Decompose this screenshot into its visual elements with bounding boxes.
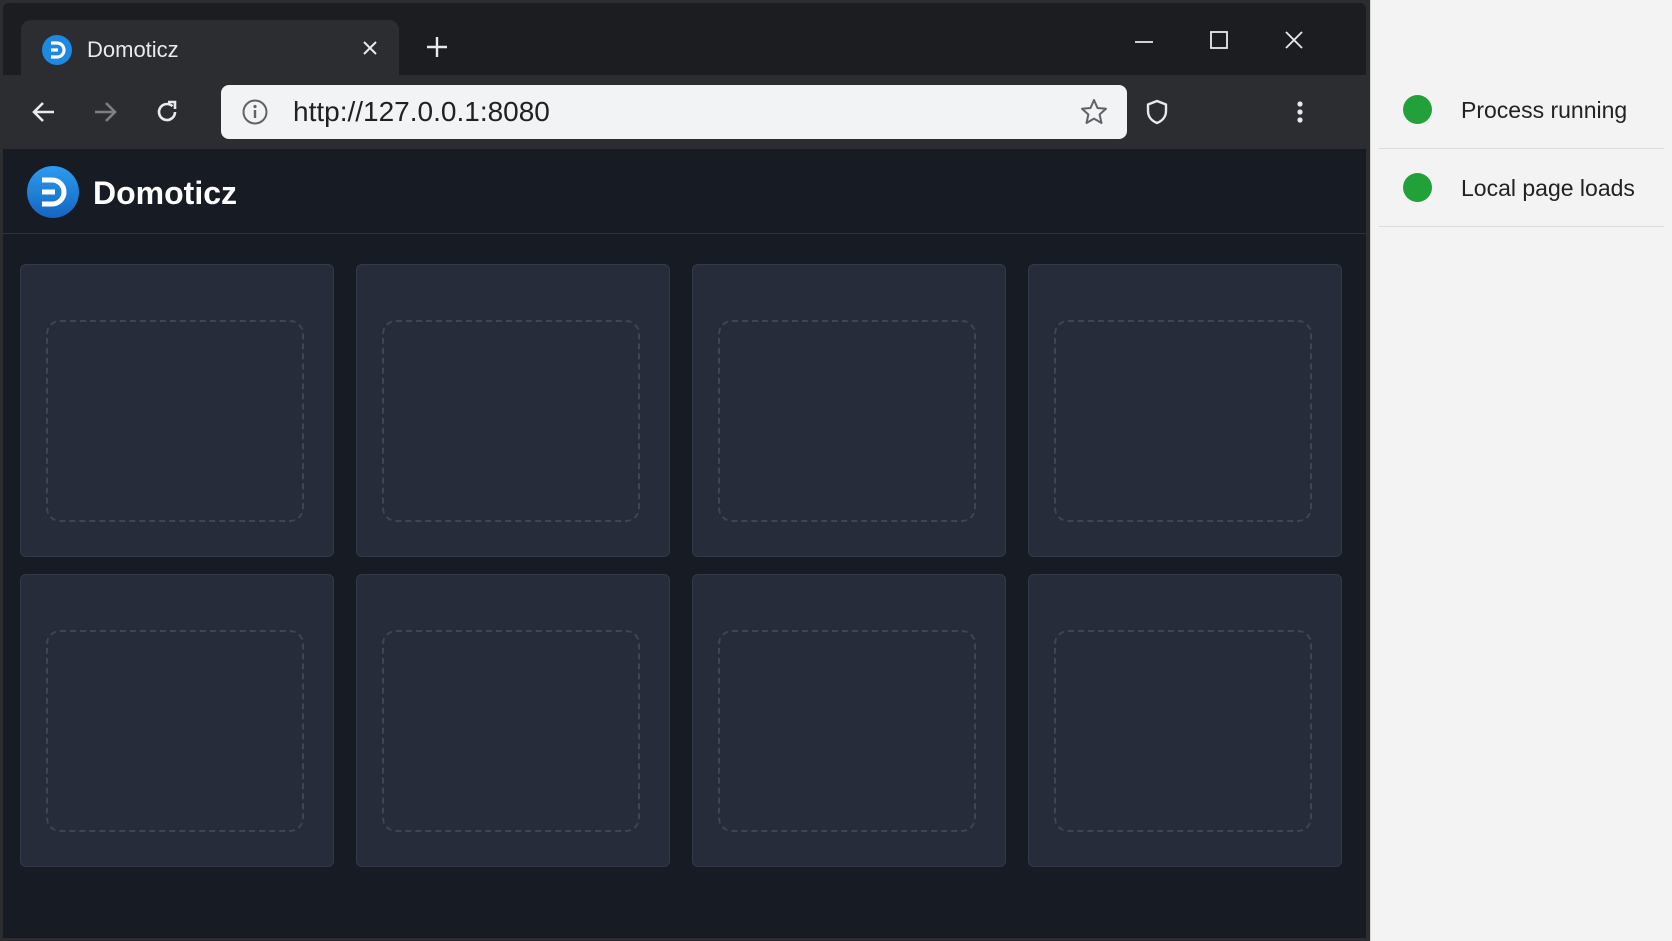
device-card[interactable] bbox=[692, 264, 1006, 557]
browser-window: Domoticz http://127.0.0.1:8080 Domoticz bbox=[3, 3, 1366, 938]
back-arrow-icon[interactable] bbox=[25, 93, 63, 131]
status-dot-icon bbox=[1403, 173, 1432, 202]
device-card[interactable] bbox=[20, 264, 334, 557]
card-placeholder bbox=[1054, 320, 1312, 522]
status-item-page-load: Local page loads bbox=[1379, 150, 1664, 227]
page-content: Domoticz bbox=[3, 149, 1366, 938]
site-info-icon[interactable] bbox=[241, 98, 269, 126]
address-bar[interactable] bbox=[221, 85, 1127, 139]
device-card[interactable] bbox=[1028, 264, 1342, 557]
device-card[interactable] bbox=[1028, 574, 1342, 867]
card-placeholder bbox=[46, 320, 304, 522]
card-placeholder bbox=[718, 320, 976, 522]
status-label: Local page loads bbox=[1461, 175, 1635, 201]
app-title: Domoticz bbox=[93, 175, 237, 211]
more-menu-icon[interactable] bbox=[1281, 93, 1319, 131]
forward-arrow-icon[interactable] bbox=[86, 93, 124, 131]
close-window-icon[interactable] bbox=[1277, 23, 1311, 57]
domoticz-favicon-icon bbox=[42, 35, 72, 65]
device-card[interactable] bbox=[20, 574, 334, 867]
status-item-process: Process running bbox=[1379, 72, 1664, 149]
status-dot-icon bbox=[1403, 95, 1432, 124]
app-header: Domoticz bbox=[3, 149, 1366, 234]
card-placeholder bbox=[382, 320, 640, 522]
device-card[interactable] bbox=[356, 574, 670, 867]
card-placeholder bbox=[1054, 630, 1312, 832]
dashboard-grid bbox=[20, 264, 1344, 867]
domoticz-logo-icon[interactable] bbox=[26, 165, 80, 219]
browser-tab[interactable]: Domoticz bbox=[21, 20, 399, 75]
card-placeholder bbox=[718, 630, 976, 832]
minimize-icon[interactable] bbox=[1127, 23, 1161, 57]
url-input[interactable] bbox=[293, 85, 1053, 139]
tab-close-icon[interactable] bbox=[355, 33, 385, 63]
tab-title: Domoticz bbox=[87, 37, 179, 62]
status-label: Process running bbox=[1461, 97, 1628, 123]
status-panel: Process running Local page loads bbox=[1370, 0, 1672, 941]
card-placeholder bbox=[382, 630, 640, 832]
reload-icon[interactable] bbox=[148, 93, 186, 131]
bookmark-star-icon[interactable] bbox=[1079, 97, 1109, 127]
shield-icon[interactable] bbox=[1138, 93, 1176, 131]
device-card[interactable] bbox=[356, 264, 670, 557]
new-tab-plus-icon[interactable] bbox=[421, 31, 453, 63]
card-placeholder bbox=[46, 630, 304, 832]
maximize-icon[interactable] bbox=[1202, 23, 1236, 57]
tab-strip: Domoticz bbox=[3, 3, 1366, 75]
browser-toolbar bbox=[3, 75, 1366, 149]
device-card[interactable] bbox=[692, 574, 1006, 867]
